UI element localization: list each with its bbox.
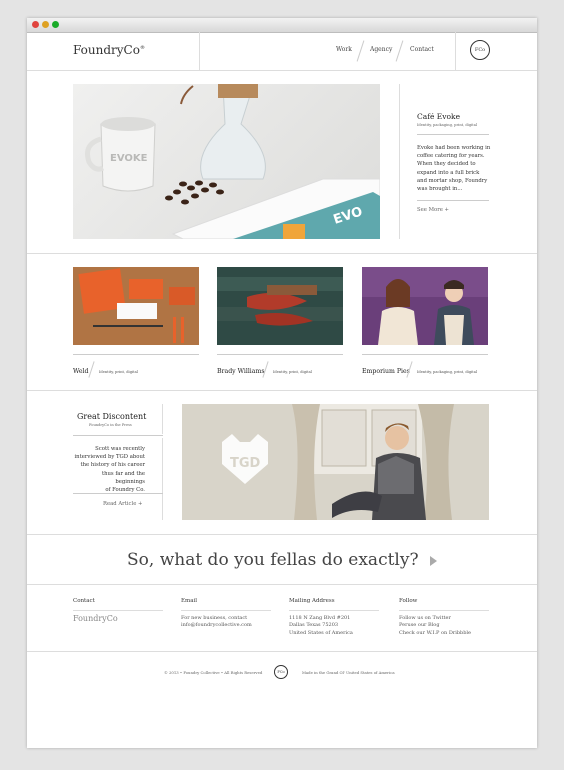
footer-rule (73, 610, 163, 611)
email-link[interactable]: info@foundrycollective.com (181, 622, 252, 629)
see-more-link[interactable]: See More + (417, 207, 449, 213)
browser-window: FoundryCo® Work Agency Contact FCo EVOKE (27, 18, 537, 748)
header-divider (455, 32, 456, 70)
section-divider (27, 534, 537, 535)
footer-rule (181, 610, 271, 611)
press-body: Scott was recently interviewed by TGD abo… (74, 446, 145, 494)
project-thumb-brady-williams[interactable] (217, 267, 343, 345)
nav-contact[interactable]: Contact (410, 46, 434, 53)
project-rule (73, 354, 199, 355)
hero-image-cafe-evoke[interactable]: EVOKE EVO (73, 84, 380, 239)
section-divider (27, 253, 537, 254)
fco-badge[interactable]: FCo (470, 40, 490, 60)
site-logo[interactable]: FoundryCo® (73, 43, 145, 57)
footer-fco-badge[interactable]: FCo (274, 665, 288, 679)
press-divider (162, 438, 163, 520)
tgd-interview-illustration: TGD (182, 404, 489, 520)
maximize-window-button[interactable] (52, 21, 59, 28)
footer-heading-follow: Follow (399, 598, 418, 604)
brady-williams-illustration (217, 267, 343, 345)
press-rule (73, 493, 163, 494)
header-divider (199, 32, 200, 70)
twitter-link[interactable]: Follow us on Twitter (399, 615, 471, 622)
dribbble-link[interactable]: Check our W.I.P on Dribbble (399, 630, 471, 637)
press-rule (73, 435, 163, 436)
mug-text: EVOKE (110, 153, 148, 164)
project-rule (217, 354, 343, 355)
hero-rule (417, 134, 489, 135)
press-image-tgd[interactable]: TGD (182, 404, 489, 520)
tgd-logo-text: TGD (230, 456, 261, 471)
logo-text: FoundryCo (73, 43, 140, 57)
nav-work[interactable]: Work (336, 46, 352, 53)
hero-divider (399, 84, 400, 239)
project-tags: Identity, print, digital (99, 370, 138, 374)
hero-title[interactable]: Café Evoke (417, 112, 460, 121)
footer-heading-email: Email (181, 598, 198, 604)
hero-tags: Identity, packaging, print, digital (417, 123, 478, 127)
hero-body: Evoke had been working in coffee catering… (417, 145, 491, 193)
footer-heading-address: Mailing Address (289, 598, 335, 604)
cta-question[interactable]: So, what do you fellas do exactly? (27, 550, 537, 570)
close-window-button[interactable] (32, 21, 39, 28)
blog-link[interactable]: Peruse our Blog (399, 622, 471, 629)
footer-heading-contact: Contact (73, 598, 95, 604)
footer-follow: Follow us on Twitter Peruse our Blog Che… (399, 615, 471, 637)
section-divider (27, 390, 537, 391)
project-tags: Identity, packaging, print, digital (417, 370, 478, 374)
minimize-window-button[interactable] (42, 21, 49, 28)
press-divider (162, 404, 163, 434)
project-thumb-weld[interactable] (73, 267, 199, 345)
project-separator (88, 361, 95, 378)
project-name-emporium-pies[interactable]: Emporium Pies (362, 368, 410, 375)
read-article-link[interactable]: Read Article + (103, 501, 142, 507)
section-divider (27, 584, 537, 585)
section-divider (27, 651, 537, 652)
footer-rule (289, 610, 379, 611)
made-in-text: Made in the Grand Ol' United States of A… (302, 670, 395, 675)
press-title[interactable]: Great Discontent (77, 412, 146, 421)
copyright-text: © 2013 • Foundry Collective • All Rights… (164, 670, 263, 675)
play-arrow-icon (429, 555, 437, 566)
weld-stationery-illustration (73, 267, 199, 345)
logo-tm: ® (139, 45, 145, 51)
press-subtitle: FoundryCo in the Press (89, 423, 132, 427)
footer-email: For new business, contact info@foundryco… (181, 615, 252, 630)
emporium-pies-illustration (362, 267, 488, 345)
hero-rule (417, 200, 489, 201)
footer-address: 1118 N Zang Blvd #201 Dallas Texas 75203 U… (289, 615, 353, 636)
nav-agency[interactable]: Agency (370, 46, 392, 53)
project-name-weld[interactable]: Weld (73, 368, 88, 375)
project-thumb-emporium-pies[interactable] (362, 267, 488, 345)
footer-rule (399, 610, 489, 611)
window-titlebar (27, 18, 537, 33)
cta-question-text: So, what do you fellas do exactly? (127, 550, 419, 570)
project-name-brady-williams[interactable]: Brady Williams (217, 368, 265, 375)
site-header: FoundryCo® Work Agency Contact FCo (27, 32, 537, 71)
nav-separator (356, 40, 365, 62)
project-tags: Identity, print, digital (273, 370, 312, 374)
coffee-scene-illustration: EVOKE EVO (85, 84, 380, 239)
project-rule (362, 354, 488, 355)
nav-separator (395, 40, 404, 62)
footer-logo[interactable]: FoundryCo (73, 614, 118, 622)
